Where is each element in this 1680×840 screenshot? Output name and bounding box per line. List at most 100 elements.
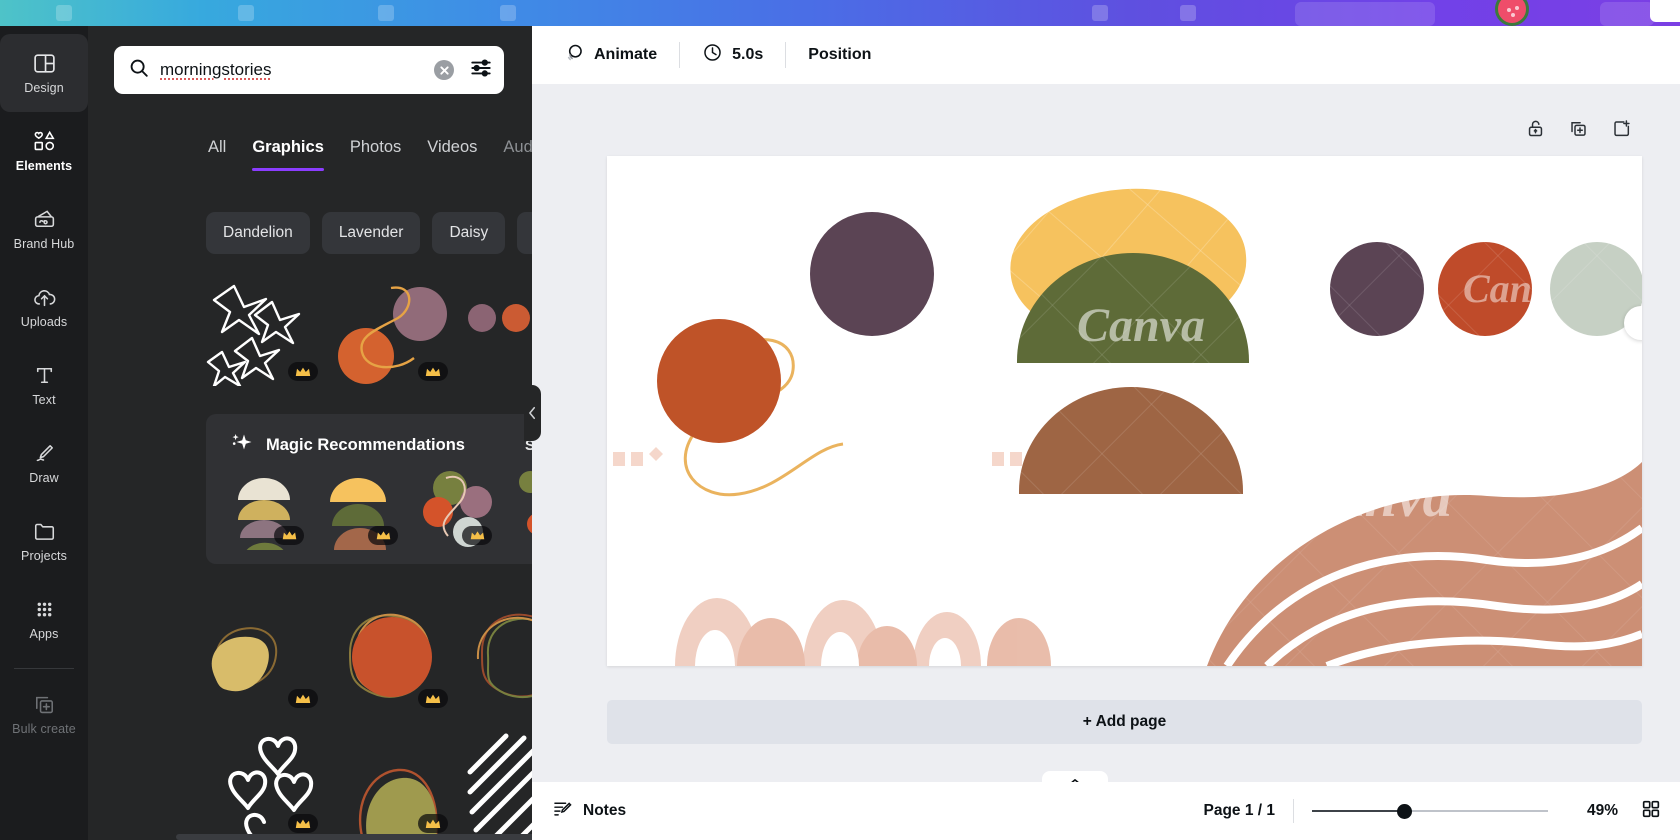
chip-daisy[interactable]: Daisy bbox=[432, 212, 506, 254]
sidebar-item-elements[interactable]: Elements bbox=[0, 112, 88, 190]
clock-icon bbox=[702, 42, 723, 68]
canvas-watermark: Canva bbox=[1297, 464, 1452, 529]
elements-icon bbox=[32, 129, 57, 154]
list-item[interactable] bbox=[206, 274, 324, 388]
search-input[interactable] bbox=[160, 60, 424, 80]
duplicate-page-icon[interactable] bbox=[1568, 118, 1589, 144]
list-item[interactable] bbox=[466, 601, 532, 713]
editor-area: Animate 5.0s Position Canva Canva Canva … bbox=[532, 26, 1680, 840]
list-item[interactable] bbox=[228, 466, 310, 554]
search-bar[interactable] bbox=[114, 46, 504, 94]
sidebar-item-label: Elements bbox=[15, 159, 73, 173]
position-button[interactable]: Position bbox=[796, 37, 883, 73]
magic-title: Magic Recommendations bbox=[266, 436, 465, 454]
list-item[interactable] bbox=[336, 726, 454, 840]
sidebar-item-label: Design bbox=[24, 81, 64, 95]
zoom-percentage[interactable]: 49% bbox=[1562, 802, 1618, 820]
duration-button[interactable]: 5.0s bbox=[690, 37, 775, 73]
tab-all[interactable]: All bbox=[208, 138, 226, 171]
animate-label: Animate bbox=[594, 46, 658, 63]
suggestion-chips: Dandelion Lavender Daisy Flower bbox=[206, 212, 532, 254]
results-row bbox=[206, 601, 532, 713]
list-item[interactable] bbox=[336, 274, 454, 386]
pro-crown-badge bbox=[368, 526, 398, 545]
bulk-create-icon bbox=[32, 692, 57, 717]
sidebar-item-uploads[interactable]: Uploads bbox=[0, 268, 88, 346]
header-menu-button[interactable] bbox=[1600, 2, 1654, 26]
animate-button[interactable]: Animate bbox=[551, 37, 669, 73]
bottom-divider bbox=[1293, 799, 1294, 823]
grid-view-icon[interactable] bbox=[1640, 798, 1662, 825]
tab-photos[interactable]: Photos bbox=[350, 138, 401, 171]
tab-graphics[interactable]: Graphics bbox=[252, 138, 324, 171]
pro-crown-badge bbox=[462, 526, 492, 545]
magic-results-row bbox=[228, 466, 532, 554]
tab-audio[interactable]: Aud bbox=[503, 138, 532, 171]
sidebar-item-apps[interactable]: Apps bbox=[0, 580, 88, 658]
results-row bbox=[206, 726, 532, 840]
pro-crown-badge bbox=[418, 689, 448, 708]
add-page-button[interactable]: + Add page bbox=[607, 700, 1642, 744]
sidebar-item-projects[interactable]: Projects bbox=[0, 502, 88, 580]
header-icon-1[interactable] bbox=[56, 5, 72, 21]
sidebar-item-text[interactable]: Text bbox=[0, 346, 88, 424]
design-page[interactable]: Canva Canva Canva bbox=[607, 156, 1642, 666]
brand-hub-icon bbox=[32, 207, 57, 232]
bottom-bar: Notes Page 1 / 1 49% bbox=[532, 782, 1680, 840]
notes-icon bbox=[552, 798, 573, 824]
sidebar-item-brand-hub[interactable]: Brand Hub bbox=[0, 190, 88, 268]
notes-button[interactable]: Notes bbox=[552, 798, 626, 824]
sidebar-item-design[interactable]: Design bbox=[0, 34, 88, 112]
zoom-thumb[interactable] bbox=[1397, 804, 1412, 819]
chip-flower[interactable]: Flower bbox=[517, 212, 532, 254]
toolbar-divider bbox=[679, 42, 681, 68]
tab-videos[interactable]: Videos bbox=[427, 138, 477, 171]
header-icon-6[interactable] bbox=[1180, 5, 1196, 21]
elements-panel: All Graphics Photos Videos Aud Dandelion… bbox=[88, 26, 532, 840]
header-icon-3[interactable] bbox=[378, 5, 394, 21]
list-item[interactable] bbox=[466, 726, 532, 840]
list-item[interactable] bbox=[336, 601, 454, 713]
duration-label: 5.0s bbox=[732, 46, 764, 63]
rail-divider bbox=[14, 668, 74, 669]
header-primary-button[interactable] bbox=[1650, 0, 1680, 22]
text-icon bbox=[32, 363, 57, 388]
pro-crown-badge bbox=[288, 689, 318, 708]
header-icon-2[interactable] bbox=[238, 5, 254, 21]
animate-icon bbox=[563, 42, 585, 69]
list-item[interactable] bbox=[322, 466, 404, 550]
toolbar-divider bbox=[785, 42, 787, 68]
page-artwork: Canva Canva Canva bbox=[607, 156, 1642, 666]
list-item[interactable] bbox=[416, 466, 498, 550]
element-toolbar: Animate 5.0s Position bbox=[532, 26, 1680, 84]
panel-collapse-handle[interactable] bbox=[524, 385, 541, 441]
sidebar-item-label: Apps bbox=[29, 627, 59, 641]
chip-lavender[interactable]: Lavender bbox=[321, 212, 421, 254]
header-icon-5[interactable] bbox=[1092, 5, 1108, 21]
filter-icon[interactable] bbox=[464, 55, 494, 86]
sidebar-item-label: Uploads bbox=[20, 315, 68, 329]
bottom-right-controls: Page 1 / 1 49% bbox=[1203, 798, 1680, 825]
sidebar-item-label: Text bbox=[32, 393, 56, 407]
pro-crown-badge bbox=[418, 362, 448, 381]
design-icon bbox=[32, 51, 57, 76]
zoom-slider[interactable] bbox=[1312, 802, 1548, 820]
projects-icon bbox=[32, 519, 57, 544]
canva-app-header bbox=[0, 0, 1680, 26]
chip-dandelion[interactable]: Dandelion bbox=[206, 212, 310, 254]
page-wrapper: Canva Canva Canva bbox=[607, 156, 1680, 689]
avatar[interactable] bbox=[1495, 0, 1529, 26]
page-counter[interactable]: Page 1 / 1 bbox=[1203, 802, 1275, 820]
sidebar-item-draw[interactable]: Draw bbox=[0, 424, 88, 502]
list-item[interactable] bbox=[206, 601, 324, 713]
unlock-icon[interactable] bbox=[1525, 118, 1546, 144]
list-item[interactable] bbox=[206, 726, 324, 840]
header-share-button[interactable] bbox=[1295, 2, 1435, 26]
add-page-icon[interactable] bbox=[1611, 118, 1632, 144]
panel-horizontal-scrollbar[interactable] bbox=[176, 834, 532, 840]
header-icon-4[interactable] bbox=[500, 5, 516, 21]
list-item[interactable] bbox=[510, 466, 532, 550]
sidebar-item-bulk-create[interactable]: Bulk create bbox=[0, 675, 88, 753]
clear-icon[interactable] bbox=[434, 60, 454, 80]
list-item[interactable] bbox=[466, 274, 532, 386]
